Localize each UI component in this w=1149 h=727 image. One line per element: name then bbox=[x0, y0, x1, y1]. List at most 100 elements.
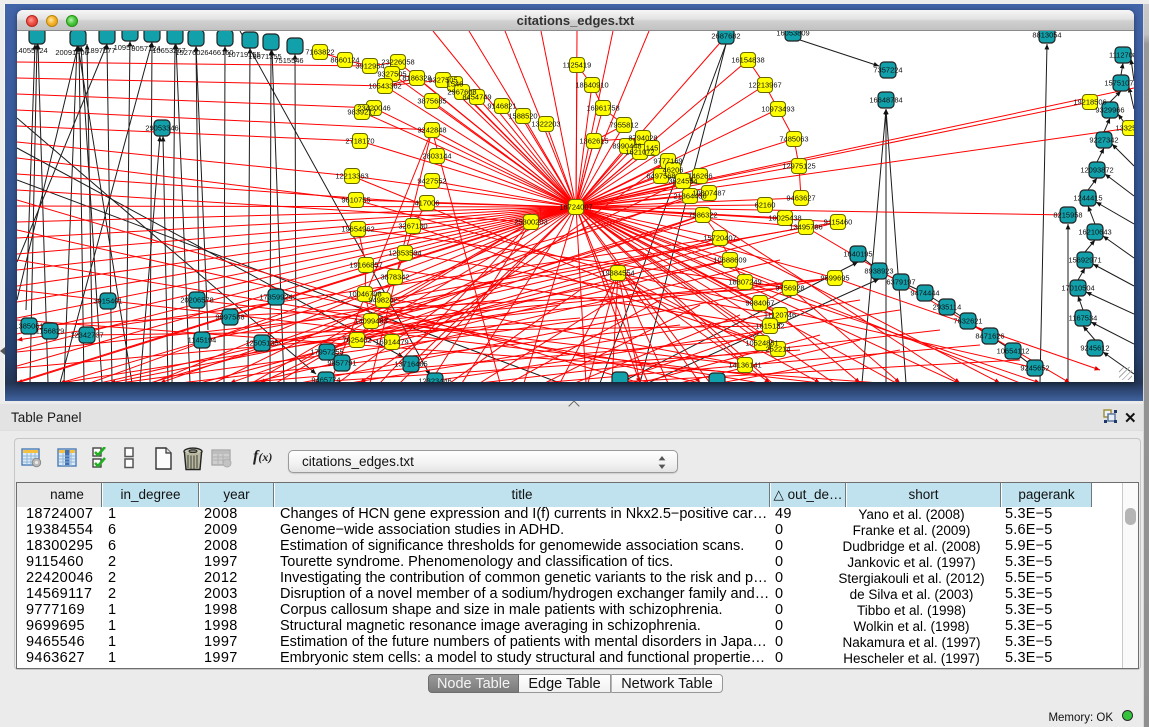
svg-text:9245652: 9245652 bbox=[1020, 364, 1049, 373]
svg-text:16210643: 16210643 bbox=[1078, 228, 1111, 237]
svg-text:7986322: 7986322 bbox=[688, 211, 717, 220]
svg-text:12093872: 12093872 bbox=[1080, 166, 1113, 175]
svg-text:7357224: 7357224 bbox=[873, 66, 902, 75]
svg-text:2718170: 2718170 bbox=[345, 137, 374, 146]
svg-text:10688609: 10688609 bbox=[713, 256, 746, 265]
svg-text:746266: 746266 bbox=[687, 172, 712, 181]
svg-text:8454749: 8454749 bbox=[462, 93, 491, 102]
svg-text:8813054: 8813054 bbox=[1032, 31, 1061, 40]
svg-text:1145194: 1145194 bbox=[188, 336, 217, 345]
svg-text:9699695: 9699695 bbox=[820, 274, 849, 283]
svg-text:9463627: 9463627 bbox=[786, 194, 815, 203]
svg-text:18640910: 18640910 bbox=[575, 81, 608, 90]
svg-text:12213967: 12213967 bbox=[748, 81, 781, 90]
svg-text:9610755: 9610755 bbox=[341, 196, 370, 205]
svg-text:14055724: 14055724 bbox=[17, 46, 48, 55]
svg-text:1322203: 1322203 bbox=[531, 120, 560, 129]
svg-text:9242848: 9242848 bbox=[417, 126, 446, 135]
svg-text:29053346: 29053346 bbox=[145, 124, 178, 133]
svg-text:12353594: 12353594 bbox=[388, 249, 421, 258]
svg-text:417006: 417006 bbox=[414, 199, 439, 208]
svg-text:10973493: 10973493 bbox=[761, 105, 794, 114]
svg-text:3267130: 3267130 bbox=[398, 222, 427, 231]
svg-text:12505135: 12505135 bbox=[245, 339, 278, 348]
svg-text:17957255: 17957255 bbox=[310, 348, 343, 357]
svg-text:15720407: 15720407 bbox=[703, 234, 736, 243]
svg-text:10543362: 10543362 bbox=[368, 82, 401, 91]
svg-text:16961758: 16961758 bbox=[586, 104, 619, 113]
svg-text:1527602: 1527602 bbox=[175, 48, 204, 57]
svg-text:8471626: 8471626 bbox=[975, 332, 1004, 341]
svg-text:1156829: 1156829 bbox=[36, 327, 65, 336]
svg-text:9777169: 9777169 bbox=[653, 157, 682, 166]
svg-text:252214: 252214 bbox=[765, 345, 790, 354]
svg-text:1167534: 1167534 bbox=[1069, 314, 1098, 323]
svg-text:46206: 46206 bbox=[663, 166, 684, 175]
svg-text:19384554: 19384554 bbox=[601, 269, 634, 278]
svg-text:1615132: 1615132 bbox=[755, 322, 784, 331]
svg-text:8186328: 8186328 bbox=[402, 74, 431, 83]
svg-text:1640195: 1640195 bbox=[843, 250, 872, 259]
svg-text:8215958: 8215958 bbox=[1053, 211, 1082, 220]
svg-text:18724007: 18724007 bbox=[559, 203, 592, 212]
svg-text:16053809: 16053809 bbox=[776, 31, 809, 38]
svg-text:1897077: 1897077 bbox=[86, 46, 115, 55]
svg-text:1362615: 1362615 bbox=[579, 137, 608, 146]
svg-text:62160: 62160 bbox=[755, 201, 776, 210]
svg-text:9857791: 9857791 bbox=[327, 359, 356, 368]
svg-text:2935114: 2935114 bbox=[933, 303, 962, 312]
svg-text:9329966: 9329966 bbox=[1095, 106, 1124, 115]
svg-text:1244415: 1244415 bbox=[1073, 194, 1102, 203]
svg-text:19166857: 19166857 bbox=[349, 261, 382, 270]
svg-text:1332521: 1332521 bbox=[1115, 124, 1134, 133]
svg-text:3875685: 3875685 bbox=[417, 97, 446, 106]
svg-text:10654112: 10654112 bbox=[997, 347, 1030, 356]
svg-text:9756928: 9756928 bbox=[775, 284, 804, 293]
svg-text:16154838: 16154838 bbox=[731, 56, 764, 65]
svg-text:9427552: 9427552 bbox=[417, 177, 446, 186]
svg-text:1112708: 1112708 bbox=[1109, 51, 1134, 60]
svg-text:15751074: 15751074 bbox=[1104, 79, 1134, 88]
svg-text:12213363: 12213363 bbox=[335, 172, 368, 181]
svg-text:7515546: 7515546 bbox=[274, 56, 303, 65]
svg-text:11120746: 11120746 bbox=[764, 311, 796, 320]
svg-text:9474444: 9474444 bbox=[910, 289, 939, 298]
svg-text:12342737: 12342737 bbox=[70, 331, 103, 340]
svg-text:9465774: 9465774 bbox=[311, 376, 340, 383]
svg-text:9498242: 9498242 bbox=[368, 296, 397, 305]
svg-text:9227342: 9227342 bbox=[1089, 136, 1118, 145]
svg-text:16648784: 16648784 bbox=[869, 96, 902, 105]
svg-text:9245612: 9245612 bbox=[1080, 344, 1109, 353]
svg-text:9097588: 9097588 bbox=[215, 313, 244, 322]
svg-text:19218506: 19218506 bbox=[1073, 98, 1106, 107]
svg-text:17359924: 17359924 bbox=[259, 293, 292, 302]
svg-text:14136141: 14136141 bbox=[728, 361, 761, 370]
svg-text:9839217: 9839217 bbox=[347, 108, 376, 117]
svg-text:12975125: 12975125 bbox=[782, 162, 815, 171]
svg-text:25300203: 25300203 bbox=[514, 218, 547, 227]
svg-text:13495786: 13495786 bbox=[789, 223, 822, 232]
svg-text:23226058: 23226058 bbox=[381, 58, 414, 67]
svg-text:2687682: 2687682 bbox=[711, 32, 740, 41]
svg-text:145: 145 bbox=[646, 144, 659, 153]
svg-text:16914479: 16914479 bbox=[375, 338, 408, 347]
svg-text:17010504: 17010504 bbox=[1061, 284, 1094, 293]
svg-text:19654962: 19654962 bbox=[341, 225, 374, 234]
svg-text:20206578: 20206578 bbox=[180, 296, 213, 305]
svg-text:13716485: 13716485 bbox=[394, 360, 427, 369]
svg-text:3878342: 3878342 bbox=[380, 273, 409, 282]
svg-text:20091406: 20091406 bbox=[55, 48, 88, 57]
svg-text:10807487: 10807487 bbox=[692, 189, 725, 198]
svg-text:8938923: 8938923 bbox=[864, 267, 893, 276]
svg-text:14099483: 14099483 bbox=[354, 317, 387, 326]
svg-text:12323446: 12323446 bbox=[418, 377, 451, 383]
svg-text:18807249: 18807249 bbox=[728, 278, 761, 287]
svg-text:6379197: 6379197 bbox=[886, 278, 915, 287]
svg-text:10025438: 10025438 bbox=[768, 214, 801, 223]
svg-text:2803144: 2803144 bbox=[422, 152, 451, 161]
svg-text:15692971: 15692971 bbox=[1068, 256, 1101, 265]
svg-text:9115460: 9115460 bbox=[824, 218, 853, 227]
svg-text:9084067: 9084067 bbox=[745, 299, 774, 308]
svg-text:7632621: 7632621 bbox=[953, 317, 982, 326]
svg-text:3915401: 3915401 bbox=[93, 297, 122, 306]
